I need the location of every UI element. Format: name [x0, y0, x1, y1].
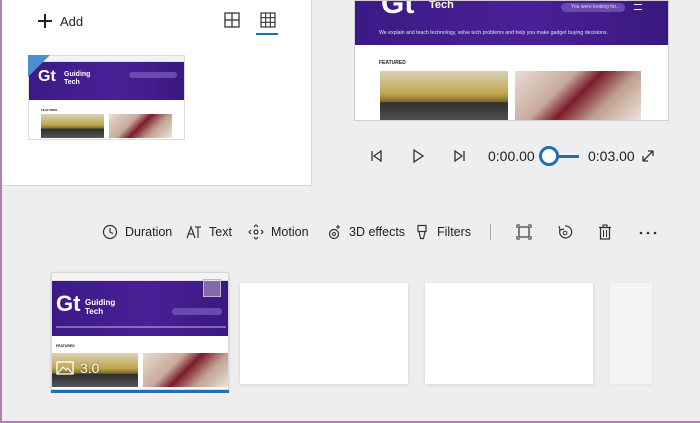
active-view-indicator	[256, 33, 278, 35]
motion-button[interactable]: Motion	[248, 222, 309, 242]
library-media-thumbnail[interactable]: Gt Guiding Tech FEATURED	[28, 55, 185, 140]
rotate-icon[interactable]	[557, 222, 573, 242]
3d-effects-icon	[328, 225, 340, 240]
add-button-label: Add	[60, 13, 84, 29]
storyboard-toolbar: Duration Text Motion 3D effects Filters	[0, 218, 700, 246]
total-time: 0:03.00	[588, 148, 635, 164]
storyboard-card-empty[interactable]	[425, 283, 593, 384]
fullscreen-icon[interactable]	[640, 148, 656, 164]
plus-icon	[38, 14, 52, 28]
resize-icon[interactable]	[516, 222, 532, 242]
text-button[interactable]: Text	[186, 222, 232, 242]
storyboard-card-empty[interactable]	[610, 283, 652, 384]
video-preview: Gt Tech You were looking for... We expla…	[354, 0, 669, 121]
current-time: 0:00.00	[488, 148, 535, 164]
in-use-corner-marker	[28, 55, 50, 77]
duration-button[interactable]: Duration	[102, 222, 172, 242]
filters-button[interactable]: Filters	[414, 222, 471, 242]
clock-icon	[102, 224, 118, 240]
playback-controls: 0:00.00 0:03.00	[354, 140, 684, 174]
add-button[interactable]: Add	[38, 10, 83, 32]
card-duration-badge: 3.0	[56, 356, 99, 380]
seek-handle[interactable]	[539, 146, 559, 166]
card-select-checkbox[interactable]	[203, 279, 221, 297]
image-icon	[56, 361, 74, 375]
filters-icon	[417, 224, 427, 240]
preview-website: Gt Tech You were looking for... We expla…	[355, 1, 668, 120]
menu-icon	[634, 4, 642, 10]
small-grid-icon[interactable]	[260, 12, 276, 28]
motion-icon	[248, 224, 264, 240]
play-icon[interactable]	[410, 148, 426, 164]
website-screenshot: Gt Guiding Tech FEATURED	[29, 56, 184, 139]
text-icon	[186, 225, 201, 239]
toolbar-divider	[490, 224, 491, 240]
storyboard-card-empty[interactable]	[240, 283, 408, 384]
delete-icon[interactable]	[597, 222, 613, 242]
3d-effects-button[interactable]: 3D effects	[326, 222, 405, 242]
previous-frame-icon[interactable]	[368, 148, 384, 164]
large-grid-icon[interactable]	[224, 12, 240, 28]
more-options-icon[interactable]	[638, 222, 658, 242]
next-frame-icon[interactable]	[452, 148, 468, 164]
selected-card-indicator	[51, 390, 229, 393]
